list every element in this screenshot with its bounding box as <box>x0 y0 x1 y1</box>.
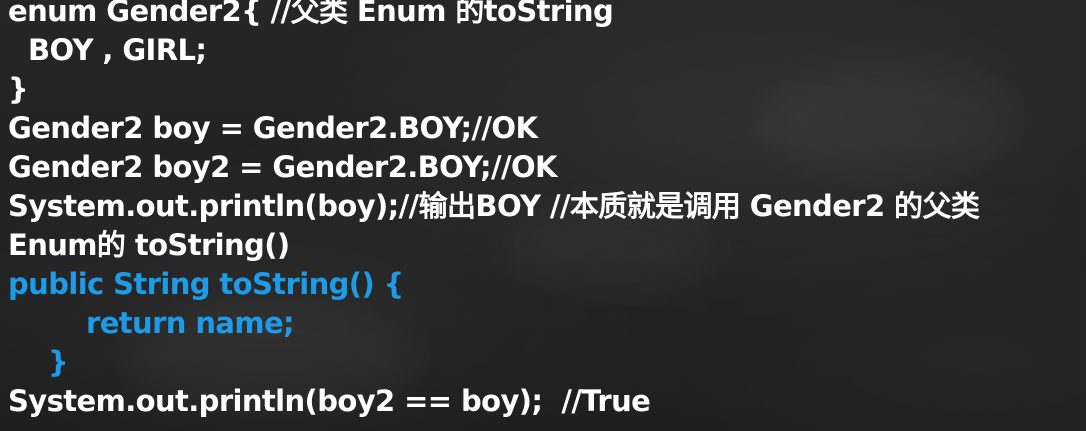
code-line-enum-constants: BOY , GIRL; <box>28 33 207 67</box>
code-line-tostring-signature: public String toString() { <box>8 267 404 301</box>
code-line-return-name: return name; <box>86 306 295 340</box>
code-line-method-close: } <box>48 345 69 379</box>
code-line-enum-close: } <box>8 72 29 106</box>
code-line-print-boy: System.out.println(boy);//输出BOY //本质就是调用… <box>8 189 980 223</box>
code-line-comment-continuation: Enum的 toString() <box>8 228 290 262</box>
code-line-boy-assign: Gender2 boy = Gender2.BOY;//OK <box>8 111 538 145</box>
code-line-print-compare: System.out.println(boy2 == boy); //True <box>8 384 651 418</box>
code-line-boy2-assign: Gender2 boy2 = Gender2.BOY;//OK <box>8 150 558 184</box>
chalkboard-slide: enum Gender2{ //父类 Enum 的toString BOY , … <box>0 0 1086 431</box>
code-line-enum-declaration: enum Gender2{ //父类 Enum 的toString <box>8 0 614 28</box>
code-listing: enum Gender2{ //父类 Enum 的toString BOY , … <box>8 0 980 421</box>
